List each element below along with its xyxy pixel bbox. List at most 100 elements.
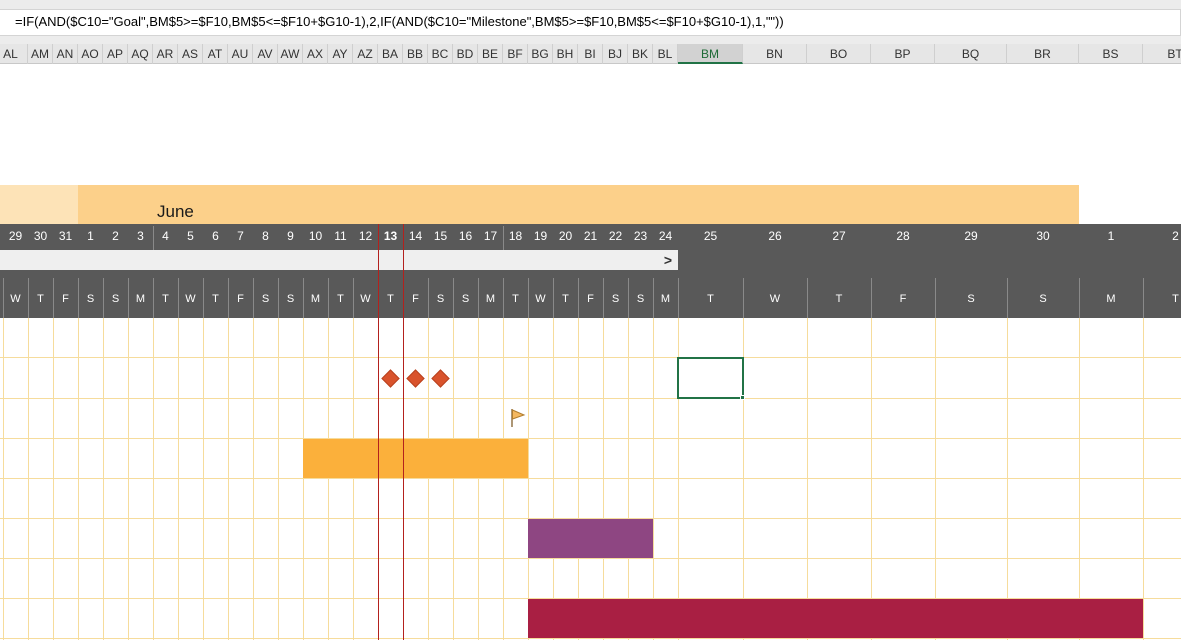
day-number: 9: [287, 229, 294, 243]
weekday-label: W: [360, 293, 371, 305]
column-header-an[interactable]: AN: [53, 44, 78, 64]
column-header-bg[interactable]: BG: [528, 44, 553, 64]
day-number: 12: [358, 229, 373, 243]
day-number: 29: [8, 229, 23, 243]
day-number: 29: [964, 229, 978, 243]
weekday-label: F: [412, 293, 419, 305]
column-header-as[interactable]: AS: [178, 44, 203, 64]
column-header-az[interactable]: AZ: [353, 44, 378, 64]
column-header-bl[interactable]: BL: [653, 44, 678, 64]
grid-vline: [553, 318, 554, 640]
column-header-br[interactable]: BR: [1007, 44, 1079, 64]
weekday-label: S: [261, 293, 270, 305]
column-header-ar[interactable]: AR: [153, 44, 178, 64]
column-header-bm[interactable]: BM: [678, 44, 743, 64]
column-header-ay[interactable]: AY: [328, 44, 353, 64]
task-bar[interactable]: [528, 599, 1143, 638]
column-header-bf[interactable]: BF: [503, 44, 528, 64]
day-number: 25: [703, 229, 718, 243]
grid-vline: [328, 318, 329, 640]
diamond-milestone-icon: [431, 368, 450, 388]
spreadsheet-window: =IF(AND($C10="Goal",BM$5>=$F10,BM$5<=$F1…: [0, 0, 1181, 640]
column-header-bk[interactable]: BK: [628, 44, 653, 64]
column-header-av[interactable]: AV: [253, 44, 278, 64]
fill-handle[interactable]: [740, 395, 745, 400]
weekday-label: S: [636, 293, 645, 305]
today-marker-left: [378, 224, 379, 640]
column-header-au[interactable]: AU: [228, 44, 253, 64]
column-header-am[interactable]: AM: [28, 44, 53, 64]
column-header-bh[interactable]: BH: [553, 44, 578, 64]
column-header-bc[interactable]: BC: [428, 44, 453, 64]
weekday-label: T: [387, 293, 394, 305]
weekday-label: W: [535, 293, 546, 305]
timeline-scroll-strip[interactable]: [0, 250, 678, 270]
grid-vline: [428, 318, 429, 640]
column-header-bb[interactable]: BB: [403, 44, 428, 64]
column-header-bd[interactable]: BD: [453, 44, 478, 64]
grid-vline: [28, 318, 29, 640]
column-header-aw[interactable]: AW: [278, 44, 303, 64]
day-number: 28: [896, 229, 910, 243]
weekday-label: M: [1106, 293, 1116, 305]
weekday-label: S: [436, 293, 445, 305]
column-header-ba[interactable]: BA: [378, 44, 403, 64]
grid-vline: [1079, 318, 1080, 640]
column-header-bq[interactable]: BQ: [935, 44, 1007, 64]
grid-hline: [0, 478, 1181, 479]
column-header-bi[interactable]: BI: [578, 44, 603, 64]
task-bar[interactable]: [303, 439, 528, 478]
day-number: 1: [1107, 229, 1115, 243]
grid-vline: [178, 318, 179, 640]
weekday-label: W: [769, 293, 781, 305]
formula-text[interactable]: =IF(AND($C10="Goal",BM$5>=$F10,BM$5<=$F1…: [15, 13, 784, 31]
column-header-bs[interactable]: BS: [1079, 44, 1143, 64]
column-header-at[interactable]: AT: [203, 44, 228, 64]
grid-vline: [153, 318, 154, 640]
scroll-right-button[interactable]: >: [661, 251, 675, 269]
weekday-label: M: [485, 293, 496, 305]
column-header-bn[interactable]: BN: [743, 44, 807, 64]
grid-vline: [1007, 318, 1008, 640]
column-header-bj[interactable]: BJ: [603, 44, 628, 64]
weekday-label: S: [111, 293, 120, 305]
day-number: 4: [162, 229, 169, 243]
weekday-label: S: [461, 293, 470, 305]
day-number: 31: [58, 229, 73, 243]
today-marker-right: [403, 224, 404, 640]
day-number: 17: [483, 229, 498, 243]
day-number: 27: [832, 229, 846, 243]
day-number: 2: [112, 229, 119, 243]
month-label: June: [157, 202, 194, 221]
column-header-ap[interactable]: AP: [103, 44, 128, 64]
column-header-ax[interactable]: AX: [303, 44, 328, 64]
task-bar[interactable]: [528, 519, 653, 558]
grid-vline: [1143, 318, 1144, 640]
column-header-bp[interactable]: BP: [871, 44, 935, 64]
column-header-aq[interactable]: AQ: [128, 44, 153, 64]
column-header-bo[interactable]: BO: [807, 44, 871, 64]
selected-cell[interactable]: [677, 357, 744, 399]
diamond-milestone-icon: [406, 368, 425, 388]
column-header-al[interactable]: AL: [0, 44, 28, 64]
grid-vline: [871, 318, 872, 640]
column-header-ao[interactable]: AO: [78, 44, 103, 64]
grid-vline: [578, 318, 579, 640]
day-number: 1: [87, 229, 94, 243]
weekday-label: F: [587, 293, 594, 305]
day-number: 3: [137, 229, 144, 243]
day-number: 30: [33, 229, 48, 243]
weekday-label: T: [835, 293, 843, 305]
grid-vline: [53, 318, 54, 640]
day-number: 10: [308, 229, 323, 243]
weekday-label: T: [37, 293, 44, 305]
column-header-be[interactable]: BE: [478, 44, 503, 64]
day-number: 11: [334, 229, 347, 243]
day-number: 24: [658, 229, 673, 243]
day-number: 15: [433, 229, 448, 243]
weekday-label: S: [286, 293, 295, 305]
grid-vline: [103, 318, 104, 640]
day-number: 19: [533, 229, 548, 243]
grid-vline: [3, 318, 4, 640]
column-header-bt[interactable]: BT: [1143, 44, 1181, 64]
